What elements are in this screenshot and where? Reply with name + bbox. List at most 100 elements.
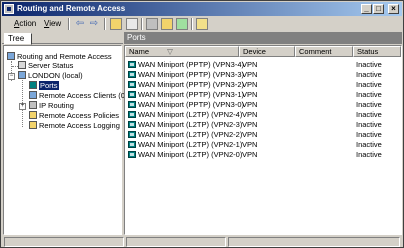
port-name: WAN Miniport (PPTP) (VPN3-1) bbox=[138, 90, 244, 99]
port-icon bbox=[128, 141, 136, 148]
tree-node-ports[interactable]: Ports bbox=[29, 81, 59, 91]
device-cell: VPN bbox=[242, 60, 258, 69]
port-name: WAN Miniport (L2TP) (VPN2-4) bbox=[138, 110, 243, 119]
column-header-device[interactable]: Device bbox=[239, 46, 295, 57]
window-title: Routing and Remote Access bbox=[17, 4, 126, 13]
folder-icon bbox=[29, 121, 37, 129]
port-icon bbox=[128, 131, 136, 138]
port-name-cell: WAN Miniport (PPTP) (VPN3-3) bbox=[128, 70, 244, 80]
port-name-cell: WAN Miniport (L2TP) (VPN2-3) bbox=[128, 120, 242, 130]
port-name: WAN Miniport (L2TP) (VPN2-1) bbox=[138, 140, 243, 149]
policies-icon bbox=[29, 111, 37, 119]
menu-action[interactable]: Action bbox=[14, 18, 36, 30]
clients-icon bbox=[29, 91, 37, 99]
device-cell: VPN bbox=[242, 130, 258, 139]
sort-arrow-icon: ▽ bbox=[167, 47, 173, 56]
toolbar-separator bbox=[104, 18, 106, 30]
status-cell: Inactive bbox=[356, 110, 382, 119]
status-cell: Inactive bbox=[356, 150, 382, 159]
refresh-icon[interactable] bbox=[176, 18, 188, 30]
port-name-cell: WAN Miniport (L2TP) (VPN2-2) bbox=[128, 130, 242, 140]
table-row[interactable]: WAN Miniport (PPTP) (VPN3-2) VPN Inactive bbox=[125, 80, 401, 90]
status-cell: Inactive bbox=[356, 130, 382, 139]
device-cell: VPN bbox=[242, 90, 258, 99]
collapse-toggle[interactable]: − bbox=[8, 73, 15, 80]
port-name-cell: WAN Miniport (PPTP) (VPN3-1) bbox=[128, 90, 244, 100]
expand-toggle[interactable]: + bbox=[19, 103, 26, 110]
device-cell: VPN bbox=[242, 120, 258, 129]
device-cell: VPN bbox=[242, 70, 258, 79]
properties-icon[interactable] bbox=[146, 18, 158, 30]
port-icon bbox=[128, 61, 136, 68]
table-row[interactable]: WAN Miniport (L2TP) (VPN2-3) VPN Inactive bbox=[125, 120, 401, 130]
table-row[interactable]: WAN Miniport (L2TP) (VPN2-1) VPN Inactive bbox=[125, 140, 401, 150]
port-name-cell: WAN Miniport (PPTP) (VPN3-4) bbox=[128, 60, 244, 70]
port-icon bbox=[128, 121, 136, 128]
status-cell: Inactive bbox=[356, 140, 382, 149]
export-list-icon[interactable] bbox=[161, 18, 173, 30]
table-row[interactable]: WAN Miniport (PPTP) (VPN3-4) VPN Inactive bbox=[125, 60, 401, 70]
server-icon bbox=[7, 52, 15, 60]
close-button[interactable]: × bbox=[388, 4, 399, 14]
port-name: WAN Miniport (L2TP) (VPN2-2) bbox=[138, 130, 243, 139]
table-row[interactable]: WAN Miniport (L2TP) (VPN2-2) VPN Inactive bbox=[125, 130, 401, 140]
port-icon bbox=[128, 151, 136, 158]
mmc-window: Routing and Remote Access _ □ × Action V… bbox=[0, 0, 404, 248]
show-hide-tree-icon[interactable] bbox=[126, 18, 138, 30]
toolbar-separator bbox=[141, 18, 143, 30]
status-cell: Inactive bbox=[356, 60, 382, 69]
port-name-cell: WAN Miniport (L2TP) (VPN2-0) bbox=[128, 150, 242, 160]
port-name: WAN Miniport (PPTP) (VPN3-4) bbox=[138, 60, 244, 69]
toolbar-separator bbox=[191, 18, 193, 30]
menu-toolbar-row: Action View ⇦ ⇨ bbox=[2, 17, 402, 31]
ip-routing-icon bbox=[29, 101, 37, 109]
forward-arrow-icon[interactable]: ⇨ bbox=[88, 18, 100, 30]
status-cell bbox=[228, 237, 400, 247]
table-row[interactable]: WAN Miniport (L2TP) (VPN2-0) VPN Inactive bbox=[125, 150, 401, 160]
status-bar bbox=[2, 237, 402, 247]
port-icon bbox=[128, 91, 136, 98]
tree-node-remote-access-logging[interactable]: Remote Access Logging bbox=[29, 121, 120, 131]
details-pane-title: Ports bbox=[124, 32, 402, 44]
back-arrow-icon[interactable]: ⇦ bbox=[74, 18, 86, 30]
port-icon bbox=[128, 101, 136, 108]
port-name: WAN Miniport (L2TP) (VPN2-3) bbox=[138, 120, 243, 129]
port-icon bbox=[128, 71, 136, 78]
status-cell: Inactive bbox=[356, 100, 382, 109]
status-cell: Inactive bbox=[356, 90, 382, 99]
port-name-cell: WAN Miniport (L2TP) (VPN2-1) bbox=[128, 140, 242, 150]
column-header-comment[interactable]: Comment bbox=[295, 46, 353, 57]
tree-node-remote-access-policies[interactable]: Remote Access Policies bbox=[29, 111, 119, 121]
status-cell bbox=[126, 237, 226, 247]
tree-node-server-status[interactable]: Server Status bbox=[18, 61, 73, 71]
port-name-cell: WAN Miniport (PPTP) (VPN3-0) bbox=[128, 100, 244, 110]
table-row[interactable]: WAN Miniport (L2TP) (VPN2-4) VPN Inactive bbox=[125, 110, 401, 120]
title-bar[interactable]: Routing and Remote Access _ □ × bbox=[2, 2, 402, 16]
toolbar-separator bbox=[68, 18, 70, 30]
tab-tree[interactable]: Tree bbox=[4, 33, 32, 45]
maximize-button[interactable]: □ bbox=[373, 4, 384, 14]
computer-icon bbox=[18, 71, 26, 79]
up-folder-icon[interactable] bbox=[110, 18, 122, 30]
status-cell: Inactive bbox=[356, 80, 382, 89]
port-name: WAN Miniport (L2TP) (VPN2-0) bbox=[138, 150, 243, 159]
tree-node-ip-routing[interactable]: IP Routing bbox=[29, 101, 74, 111]
console-tree[interactable]: Routing and Remote Access Server Status … bbox=[3, 45, 127, 235]
port-name-cell: WAN Miniport (L2TP) (VPN2-4) bbox=[128, 110, 242, 120]
ports-list[interactable]: Name ▽ Device Comment Status WAN Minipor… bbox=[124, 45, 402, 235]
tree-node-london[interactable]: LONDON (local) bbox=[18, 71, 83, 81]
table-row[interactable]: WAN Miniport (PPTP) (VPN3-3) VPN Inactive bbox=[125, 70, 401, 80]
column-header-name[interactable]: Name ▽ bbox=[125, 46, 239, 57]
server-status-icon bbox=[18, 61, 26, 69]
minimize-button[interactable]: _ bbox=[361, 4, 372, 14]
port-name: WAN Miniport (PPTP) (VPN3-2) bbox=[138, 80, 244, 89]
port-icon bbox=[128, 81, 136, 88]
column-header-status[interactable]: Status bbox=[353, 46, 401, 57]
help-icon[interactable] bbox=[196, 18, 208, 30]
port-name-cell: WAN Miniport (PPTP) (VPN3-2) bbox=[128, 80, 244, 90]
table-row[interactable]: WAN Miniport (PPTP) (VPN3-1) VPN Inactive bbox=[125, 90, 401, 100]
menu-view[interactable]: View bbox=[44, 18, 61, 30]
tree-node-remote-access-clients[interactable]: Remote Access Clients (0) bbox=[29, 91, 127, 101]
app-icon[interactable] bbox=[4, 4, 14, 14]
table-row[interactable]: WAN Miniport (PPTP) (VPN3-0) VPN Inactive bbox=[125, 100, 401, 110]
